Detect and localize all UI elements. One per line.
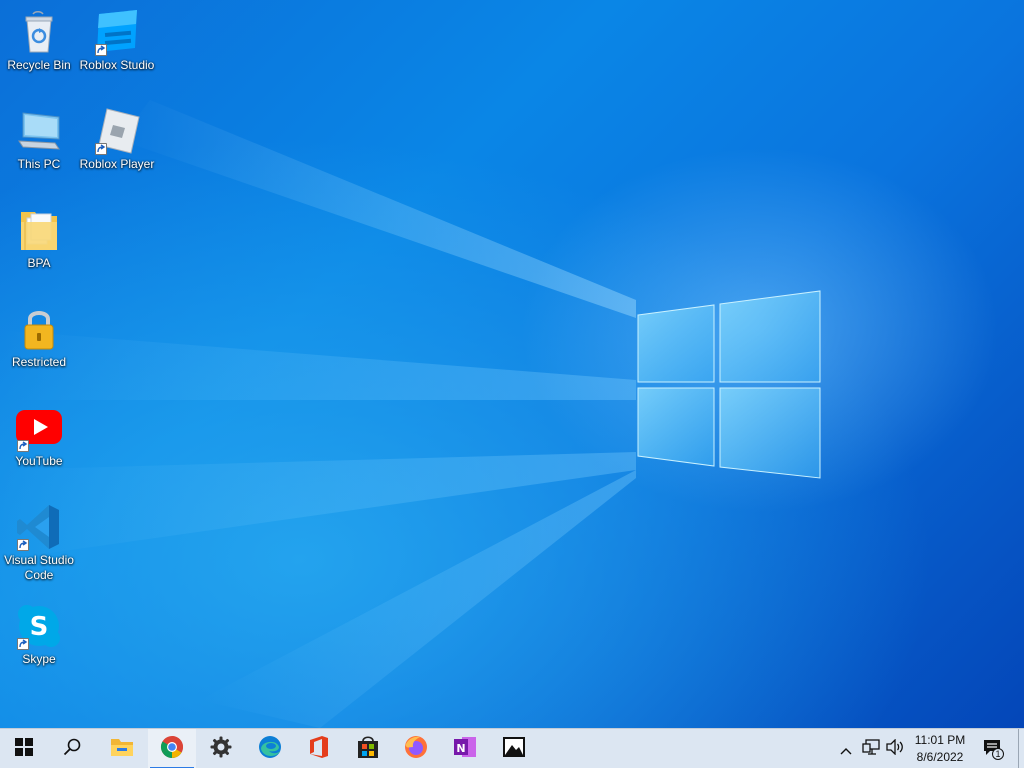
- taskbar-edge[interactable]: [246, 729, 294, 768]
- shortcut-arrow-icon: [17, 539, 29, 551]
- taskbar-clock[interactable]: 11:01 PM 8/6/2022: [906, 729, 974, 768]
- start-button[interactable]: [0, 729, 48, 768]
- taskbar-office[interactable]: [295, 729, 343, 768]
- action-center-button[interactable]: 1: [978, 729, 1008, 768]
- windows-start-icon: [15, 738, 33, 760]
- desktop-icon-vscode[interactable]: Visual Studio Code: [0, 503, 78, 583]
- taskbar: N 11:01 PM 8/6/2022 1: [0, 728, 1024, 768]
- desktop-icon-label: Skype: [22, 652, 56, 666]
- desktop-icon-label: Visual Studio Code: [4, 553, 74, 582]
- desktop-icon-label: Roblox Player: [79, 157, 155, 171]
- roblox-studio-icon: [93, 8, 141, 56]
- photos-icon: [502, 736, 526, 762]
- taskbar-onenote[interactable]: N: [441, 729, 489, 768]
- gear-icon: [210, 736, 232, 762]
- svg-text:N: N: [456, 742, 465, 755]
- speaker-icon: [886, 738, 904, 759]
- chevron-up-icon: [840, 740, 852, 759]
- desktop-icon-label: Recycle Bin: [7, 58, 71, 72]
- desktop-icon-roblox-studio[interactable]: Roblox Studio: [78, 8, 156, 73]
- folder-icon: [15, 206, 63, 254]
- shortcut-arrow-icon: [17, 440, 29, 452]
- search-button[interactable]: [48, 729, 96, 768]
- edge-icon: [258, 735, 282, 763]
- windows-logo-graphic: [637, 290, 821, 479]
- desktop-icon-recycle-bin[interactable]: Recycle Bin: [0, 8, 78, 73]
- taskbar-microsoft-store[interactable]: [344, 729, 392, 768]
- padlock-icon: [15, 305, 63, 353]
- desktop-icon-restricted[interactable]: Restricted: [0, 305, 78, 370]
- volume-button[interactable]: [884, 729, 906, 768]
- store-icon: [356, 735, 380, 763]
- desktop-icon-label: Restricted: [11, 355, 67, 369]
- desktop-icon-label: This PC: [17, 157, 61, 171]
- shortcut-arrow-icon: [17, 638, 29, 650]
- shortcut-arrow-icon: [95, 143, 107, 155]
- search-icon: [63, 738, 81, 760]
- roblox-player-icon: [93, 107, 141, 155]
- shortcut-arrow-icon: [95, 44, 107, 56]
- notification-count-badge: 1: [995, 749, 1001, 759]
- taskbar-firefox[interactable]: [392, 729, 440, 768]
- clock-date: 8/6/2022: [916, 750, 964, 764]
- desktop-icon-label: YouTube: [15, 454, 63, 468]
- desktop-icon-roblox-player[interactable]: Roblox Player: [78, 107, 156, 172]
- desktop-icon-bpa[interactable]: BPA: [0, 206, 78, 271]
- desktop-icon-label: Roblox Studio: [79, 58, 155, 72]
- notification-icon: 1: [982, 738, 1004, 760]
- firefox-icon: [404, 735, 428, 763]
- taskbar-chrome[interactable]: [148, 729, 196, 768]
- folder-icon: [110, 736, 134, 762]
- desktop-icon-this-pc[interactable]: This PC: [0, 107, 78, 172]
- show-desktop-button[interactable]: [1018, 729, 1024, 768]
- youtube-icon: [15, 404, 63, 452]
- taskbar-settings[interactable]: [197, 729, 245, 768]
- svg-text:S: S: [30, 612, 49, 642]
- desktop-icon-youtube[interactable]: YouTube: [0, 404, 78, 469]
- chrome-icon: [160, 735, 184, 763]
- network-icon: [862, 739, 880, 759]
- show-hidden-icons-button[interactable]: [836, 729, 856, 768]
- computer-icon: [15, 107, 63, 155]
- network-status-button[interactable]: [860, 729, 882, 768]
- recycle-bin-icon: [15, 8, 63, 56]
- desktop-icon-skype[interactable]: S Skype: [0, 602, 78, 667]
- desktop-icon-label: BPA: [27, 256, 51, 270]
- office-icon: [308, 735, 330, 763]
- onenote-icon: N: [453, 735, 477, 763]
- taskbar-photos[interactable]: [490, 729, 538, 768]
- clock-time: 11:01 PM: [914, 733, 966, 747]
- taskbar-file-explorer[interactable]: [98, 729, 146, 768]
- skype-icon: S: [15, 602, 63, 650]
- vscode-icon: [15, 503, 63, 551]
